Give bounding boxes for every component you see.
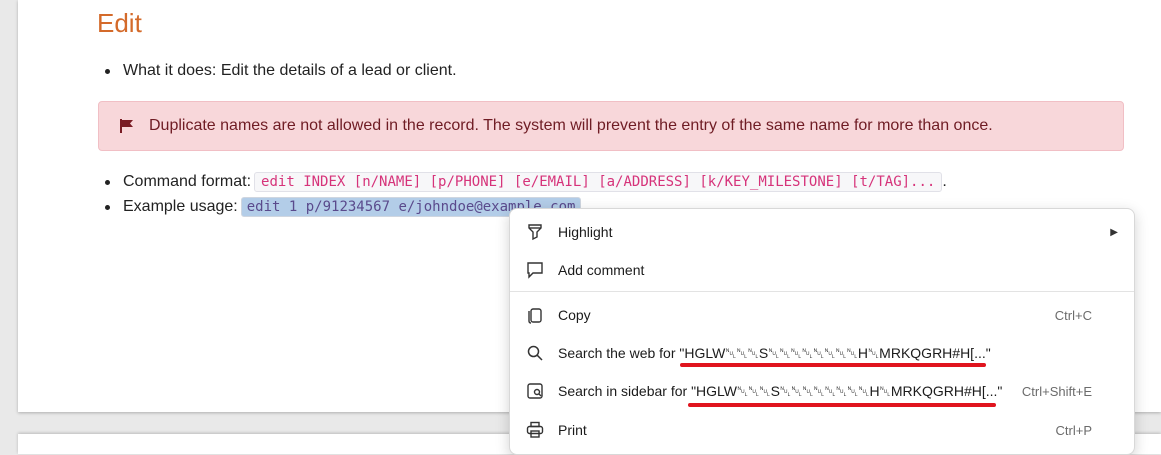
section-heading: Edit (97, 8, 142, 38)
alert-message: Duplicate names are not allowed in the r… (149, 117, 993, 134)
command-format-label: Command format: (123, 173, 252, 190)
bullet-command-format: Command format: edit INDEX [n/NAME] [p/P… (105, 172, 947, 192)
bullet-dot (105, 68, 110, 74)
print-icon (525, 420, 545, 440)
annotation-underline (688, 403, 996, 407)
bullet-what-it-does: What it does: Edit the details of a lead… (105, 62, 457, 80)
command-suffix: . (942, 173, 947, 190)
menu-item-add-comment[interactable]: Add comment (510, 253, 1134, 287)
menu-item-copy[interactable]: Copy Ctrl+C (510, 298, 1134, 332)
menu-item-label: Copy (558, 307, 591, 323)
menu-item-print[interactable]: Print Ctrl+P (510, 413, 1134, 447)
context-menu: Highlight ▶ Add comment Copy Ctrl+C Sear… (509, 208, 1135, 455)
menu-item-shortcut: Ctrl+Shift+E (1021, 383, 1092, 399)
menu-item-shortcut: Ctrl+C (1054, 307, 1092, 323)
sidebar-search-icon (525, 381, 545, 401)
bullet-dot (105, 204, 110, 210)
menu-separator (510, 291, 1134, 292)
warning-alert: Duplicate names are not allowed in the r… (98, 101, 1124, 151)
what-it-does-text: What it does: Edit the details of a lead… (123, 62, 457, 79)
flag-icon (119, 118, 135, 134)
command-format-code: edit INDEX [n/NAME] [p/PHONE] [e/EMAIL] … (254, 172, 943, 192)
search-icon (525, 343, 545, 363)
menu-item-label: Highlight (558, 224, 613, 240)
menu-item-label: Search the web for "HGLW␀␀␀S␀␀␀␀␀␀␀␀H␀MR… (558, 344, 991, 361)
menu-item-label: Add comment (558, 262, 645, 278)
submenu-arrow-icon: ▶ (1110, 226, 1118, 238)
menu-item-label: Search in sidebar for "HGLW␀␀␀S␀␀␀␀␀␀␀␀H… (558, 382, 1003, 399)
menu-item-shortcut: Ctrl+P (1055, 422, 1092, 438)
comment-icon (525, 260, 545, 280)
menu-item-label: Print (558, 422, 587, 438)
menu-item-highlight[interactable]: Highlight ▶ (510, 215, 1134, 249)
annotation-underline (680, 363, 986, 367)
bullet-dot (105, 179, 110, 185)
copy-icon (525, 305, 545, 325)
example-usage-label: Example usage: (123, 198, 238, 215)
highlighter-icon (525, 222, 545, 242)
